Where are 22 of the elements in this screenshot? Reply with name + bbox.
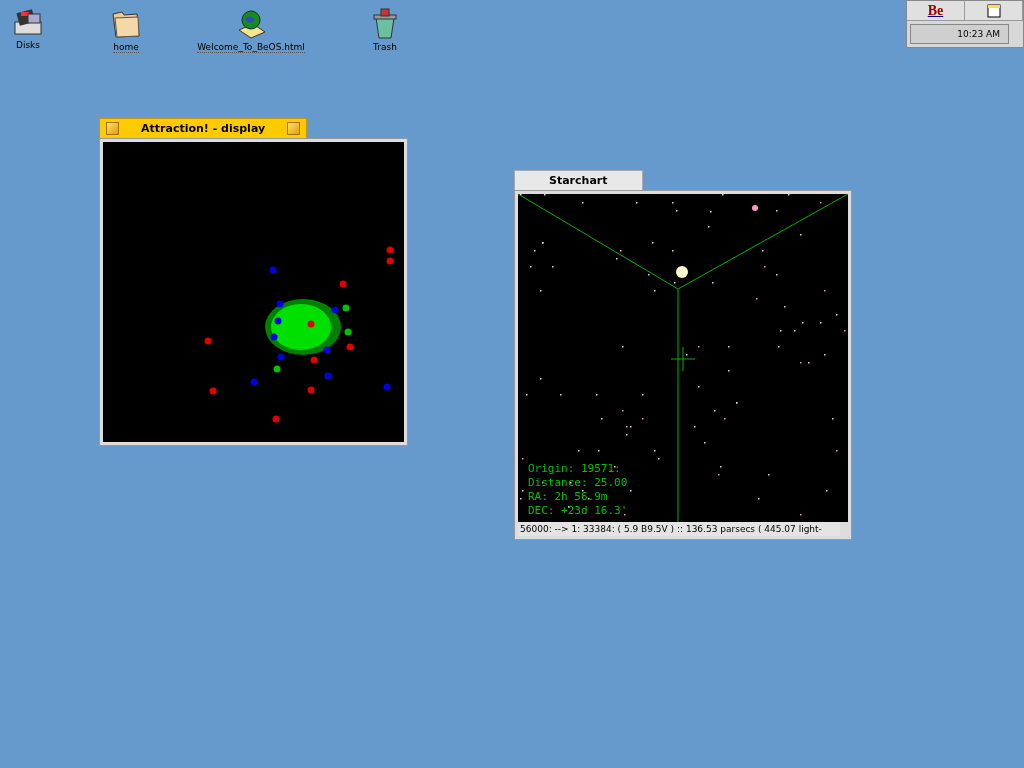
window-list-button[interactable] [965, 1, 1023, 21]
icon-label[interactable]: Welcome_To_BeOS.html [197, 42, 305, 53]
window-title: Attraction! - display [140, 122, 267, 135]
readout-text: RA: 2h 56.9m [528, 490, 608, 503]
icon-label[interactable]: Trash [373, 42, 397, 52]
trash-can-icon [370, 8, 400, 40]
readout-text: Distance: 25.00 [528, 476, 628, 489]
disk-drive-icon [12, 8, 44, 38]
window-icon [986, 3, 1001, 18]
window-title: Starchart [548, 174, 609, 187]
close-icon[interactable] [106, 122, 119, 135]
be-menu-button[interactable]: Be [907, 1, 965, 21]
readout-text: Origin: 19571: [528, 462, 621, 475]
window-tab[interactable]: Attraction! - display [99, 118, 308, 138]
icon-label[interactable]: Disks [16, 40, 40, 50]
window-tab[interactable]: Starchart [514, 170, 643, 190]
clock[interactable]: 10:23 AM [910, 24, 1009, 44]
status-bar: 56000: --> 1: 33384: ( 5.9 B9.5V ) :: 136.53 parsecs ( 445.07 light- [518, 522, 840, 536]
readout-text: DEC: +23d 16.3' [528, 504, 628, 517]
icon-label[interactable]: home [113, 42, 139, 53]
folder-icon [110, 8, 142, 40]
zoom-icon[interactable] [287, 122, 301, 135]
